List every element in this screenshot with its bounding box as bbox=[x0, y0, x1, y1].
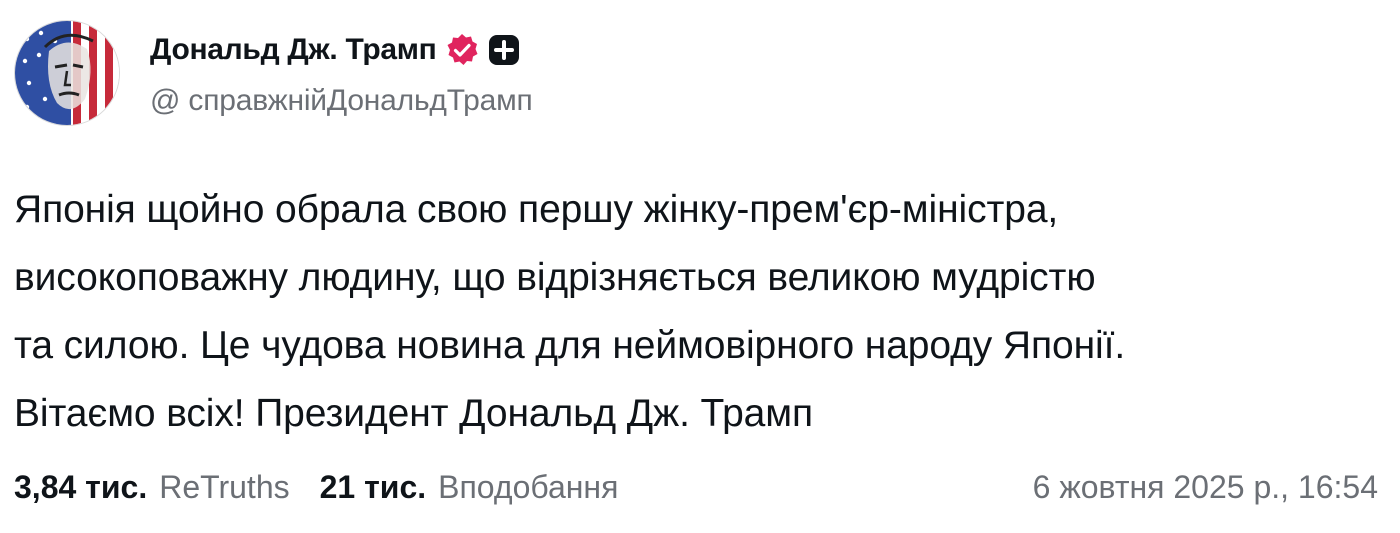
post-timestamp[interactable]: 6 жовтня 2025 р., 16:54 bbox=[1033, 469, 1378, 506]
avatar[interactable] bbox=[14, 20, 120, 126]
author-display-name[interactable]: Дональд Дж. Трамп bbox=[150, 33, 437, 67]
verified-badge-icon bbox=[444, 32, 480, 68]
post-body: Японія щойно обрала свою першу жінку-пре… bbox=[14, 176, 1384, 448]
likes-count: 21 тис. bbox=[319, 468, 427, 505]
author-info: Дональд Дж. Трамп @ справжнійДональдТрам… bbox=[150, 28, 533, 118]
post-header: Дональд Дж. Трамп @ справжнійДональдТрам… bbox=[14, 19, 533, 127]
post-card: Дональд Дж. Трамп @ справжнійДональдТрам… bbox=[0, 0, 1400, 533]
post-footer: 3,84 тис. ReTruths 21 тис. Вподобання 6 … bbox=[14, 462, 1378, 512]
post-text-line: та силою. Це чудова новина для неймовірн… bbox=[14, 324, 1126, 367]
likes-stat[interactable]: 21 тис. Вподобання bbox=[320, 469, 619, 506]
retruths-count: 3,84 тис. bbox=[14, 468, 148, 505]
retruths-stat[interactable]: 3,84 тис. ReTruths bbox=[14, 469, 290, 506]
likes-label: Вподобання bbox=[438, 468, 619, 505]
post-text-line: Вітаємо всіх! Президент Дональд Дж. Трам… bbox=[14, 392, 813, 435]
name-row: Дональд Дж. Трамп bbox=[150, 28, 533, 72]
author-handle[interactable]: @ справжнійДональдТрамп bbox=[150, 84, 533, 118]
post-text-line: Японія щойно обрала свою першу жінку-пре… bbox=[14, 188, 1059, 231]
plus-badge-icon bbox=[488, 34, 520, 66]
post-text-line: високоповажну людину, що відрізняється в… bbox=[14, 256, 1096, 299]
retruths-label: ReTruths bbox=[159, 468, 290, 505]
